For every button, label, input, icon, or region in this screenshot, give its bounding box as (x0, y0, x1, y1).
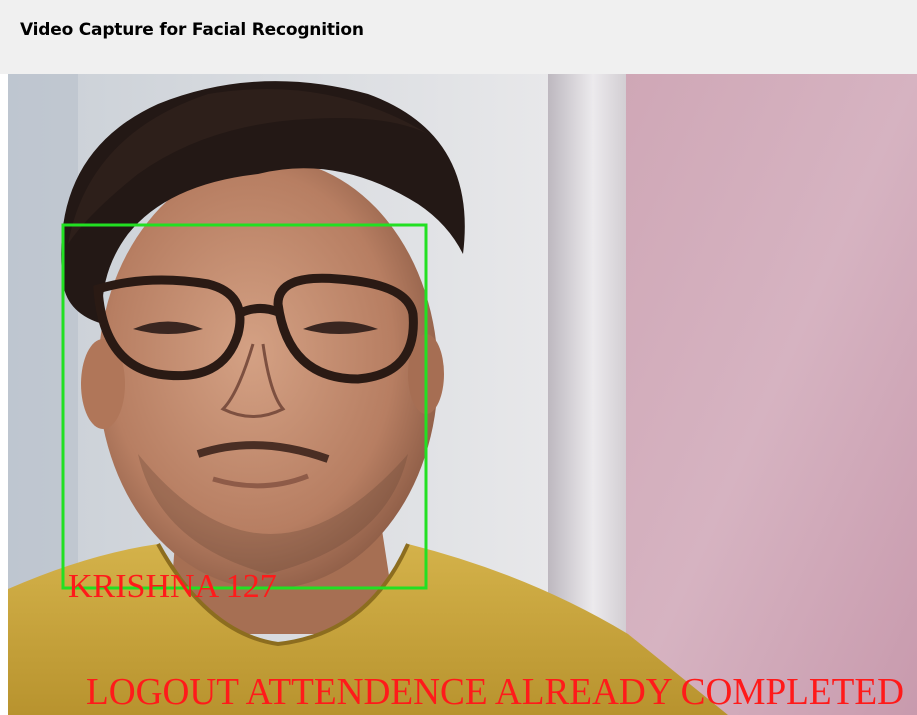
camera-frame: KRISHNA 127 LOGOUT ATTENDENCE ALREADY CO… (8, 74, 917, 715)
video-feed: KRISHNA 127 LOGOUT ATTENDENCE ALREADY CO… (8, 74, 917, 715)
title-bar: Video Capture for Facial Recognition (0, 0, 917, 74)
person-label: KRISHNA 127 (68, 568, 277, 605)
app-window: Video Capture for Facial Recognition KRI… (0, 0, 917, 715)
window-title: Video Capture for Facial Recognition (20, 20, 364, 40)
status-message: LOGOUT ATTENDENCE ALREADY COMPLETED (86, 671, 904, 713)
